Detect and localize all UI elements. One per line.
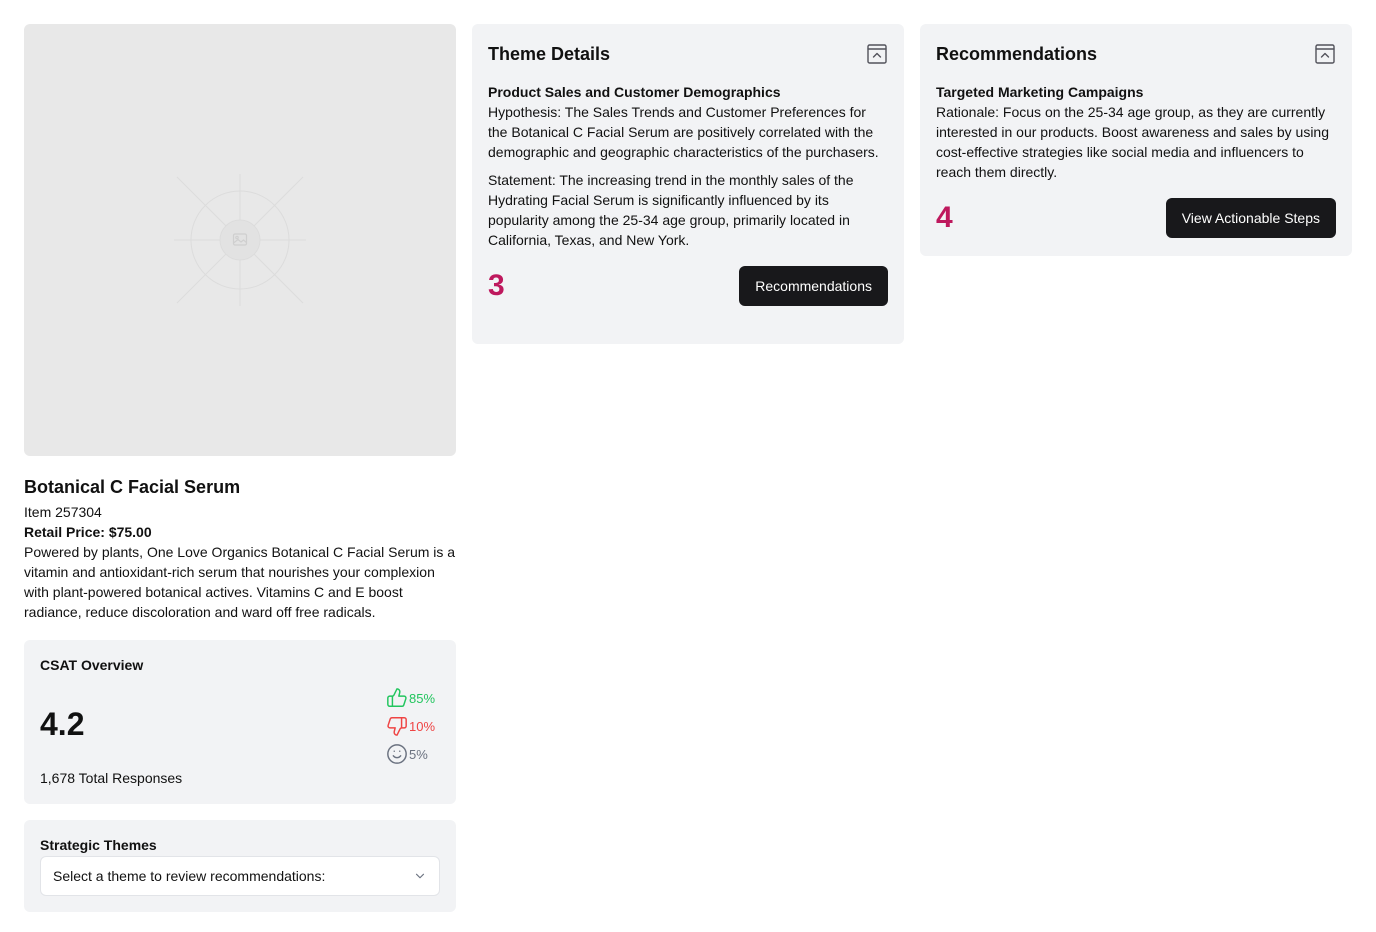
neutral-stat: 5%	[386, 740, 440, 768]
theme-hypothesis: Hypothesis: The Sales Trends and Custome…	[488, 104, 879, 160]
strategic-themes-label: Strategic Themes	[40, 837, 157, 853]
product-price: Retail Price: $75.00	[24, 524, 152, 540]
strategic-themes-card: Strategic Themes Select a theme to revie…	[24, 820, 456, 912]
csat-score: 4.2	[40, 706, 85, 742]
negative-stat: 10%	[386, 712, 440, 740]
recommendation-subtitle: Targeted Marketing Campaigns	[936, 84, 1144, 100]
recommendations-footer: 4 View Actionable Steps	[936, 198, 1336, 238]
collapse-panel-icon[interactable]	[866, 43, 888, 65]
recommendations-button[interactable]: Recommendations	[739, 266, 888, 306]
product-image	[24, 24, 456, 456]
theme-subtitle: Product Sales and Customer Demographics	[488, 84, 781, 100]
theme-details-card: Theme Details Product Sales and Customer…	[472, 24, 904, 344]
product-description: Powered by plants, One Love Organics Bot…	[24, 544, 456, 620]
positive-percent: 85%	[409, 690, 436, 706]
csat-overview-card: CSAT Overview 4.2 1,678 Total Responses …	[24, 640, 456, 804]
theme-statement: Statement: The increasing trend in the m…	[488, 172, 854, 248]
positive-stat: 85%	[386, 684, 440, 712]
csat-label: CSAT Overview	[40, 657, 144, 673]
actionable-steps-count: 4	[936, 201, 953, 234]
neutral-percent: 5%	[409, 746, 428, 762]
product-column: Botanical C Facial Serum Item 257304 Ret…	[24, 24, 456, 912]
recommendations-card: Recommendations Targeted Marketing Campa…	[920, 24, 1352, 256]
negative-percent: 10%	[409, 718, 436, 734]
chevron-down-icon	[415, 873, 425, 879]
theme-select[interactable]: Select a theme to review recommendations…	[40, 856, 440, 896]
recommendation-count: 3	[488, 269, 505, 302]
product-item-number: Item 257304	[24, 504, 102, 520]
recommendation-rationale: Rationale: Focus on the 25-34 age group,…	[936, 104, 1330, 180]
thumbs-down-icon	[387, 717, 407, 736]
smiley-icon	[387, 744, 407, 764]
product-title: Botanical C Facial Serum	[24, 477, 241, 497]
recommendations-header: Recommendations	[936, 40, 1336, 68]
csat-stats: 85% 10% 5%	[386, 684, 440, 768]
recommendations-title: Recommendations	[936, 44, 1098, 64]
theme-details-footer: 3 Recommendations	[488, 266, 888, 306]
view-actionable-steps-button[interactable]: View Actionable Steps	[1165, 198, 1336, 238]
csat-total-responses: 1,678 Total Responses	[40, 770, 183, 786]
page: Botanical C Facial Serum Item 257304 Ret…	[0, 0, 1376, 932]
theme-select-value: Select a theme to review recommendations…	[53, 868, 326, 884]
image-placeholder-icon	[174, 174, 306, 306]
theme-details-header: Theme Details	[488, 40, 888, 68]
theme-details-title: Theme Details	[488, 44, 611, 64]
thumbs-up-icon	[387, 688, 407, 707]
collapse-panel-icon[interactable]	[1314, 43, 1336, 65]
